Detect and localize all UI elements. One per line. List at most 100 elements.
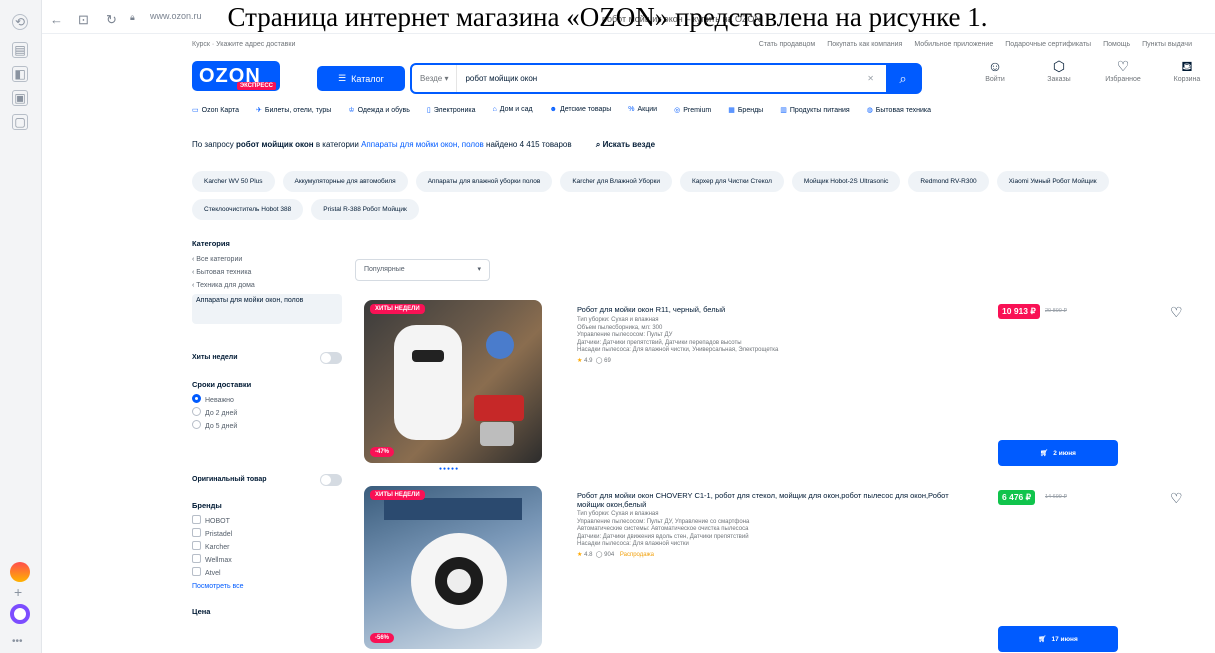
product-rating: ★ 4.8 ◯ 904 Распродажа	[577, 552, 654, 558]
more-icon[interactable]: •••	[12, 636, 23, 647]
product-title[interactable]: Робот для мойки окон R11, черный, белый	[577, 305, 957, 314]
product-image[interactable]: ХИТЫ НЕДЕЛИ -47%	[364, 300, 542, 463]
menu-item[interactable]: ▭ Ozon Карта	[192, 106, 239, 114]
chip[interactable]: Кархер для Чистки Стекол	[679, 171, 784, 192]
chip[interactable]: Karcher для Влажной Уборки	[560, 171, 672, 192]
result-category-link[interactable]: Аппараты для мойки окон, полов	[361, 140, 484, 149]
app-icon[interactable]	[10, 562, 30, 582]
catalog-label: Каталог	[351, 73, 384, 84]
brand-option[interactable]: Atvel	[192, 567, 352, 580]
favorite-heart-icon[interactable]: ♡	[1170, 490, 1183, 507]
search-everywhere-link[interactable]: ⌕ Искать везде	[596, 140, 655, 149]
menu-item[interactable]: ♔ Одежда и обувь	[348, 106, 410, 114]
add-to-cart-button[interactable]: 🛒︎ 2 июня	[998, 440, 1118, 466]
hits-toggle[interactable]	[320, 352, 342, 364]
add-icon[interactable]: +	[14, 584, 22, 600]
menu-item[interactable]: ☻ Детские товары	[550, 106, 612, 114]
product-card[interactable]: ХИТЫ НЕДЕЛИ -47% ●●●●● Робот для мойки о…	[364, 300, 1215, 472]
menu-icon: ☰	[338, 73, 347, 83]
menu-item[interactable]: ▦ Бренды	[728, 106, 763, 114]
product-prop: Управление пылесосом: Пульт ДУ	[577, 332, 673, 338]
sort-label: Популярные	[364, 266, 405, 273]
result-query: робот мойщик окон	[236, 140, 314, 149]
top-link[interactable]: Стать продавцом	[759, 41, 815, 48]
login-button[interactable]: ☺ Войти	[972, 58, 1018, 83]
chip[interactable]: Мойщик Hobot-2S Ultrasonic	[791, 171, 901, 192]
menu-item[interactable]: ▯ Электроника	[427, 106, 476, 114]
product-title[interactable]: Робот для мойки окон CHOVERY C1-1, робот…	[577, 491, 957, 509]
category-menu: ▭ Ozon Карта ✈ Билеты, отели, туры ♔ Одежда…	[192, 106, 1215, 114]
clear-icon[interactable]: ✕	[867, 74, 874, 83]
product-prop: Автоматические системы: Автоматическое о…	[577, 526, 749, 532]
top-link[interactable]: Покупать как компания	[827, 41, 902, 48]
brands-show-all-link[interactable]: Посмотреть все	[192, 580, 352, 593]
product-card[interactable]: ХИТЫ НЕДЕЛИ -56% Робот для мойки окон CH…	[364, 486, 1215, 652]
menu-item[interactable]: ✈ Билеты, отели, туры	[256, 106, 331, 114]
menu-item[interactable]: ▥ Продукты питания	[780, 106, 849, 114]
menu-item[interactable]: ⌂ Дом и сад	[493, 106, 533, 114]
brands-filter: Бренды HOBOT Pristadel Karcher Wellmax A…	[192, 501, 352, 621]
product-prop: Управление пылесосом: Пульт ДУ, Управлен…	[577, 518, 750, 525]
brand-option[interactable]: Wellmax	[192, 554, 352, 567]
product-rating: ★ 4.9 ◯ 69	[577, 358, 611, 364]
categories-heading: Категория	[192, 239, 230, 248]
hits-filter[interactable]: Хиты недели	[192, 352, 342, 364]
product-image[interactable]: ХИТЫ НЕДЕЛИ -56%	[364, 486, 542, 649]
cart-button[interactable]: ⛾ Корзина	[1164, 58, 1210, 83]
reader-icon[interactable]: ▣	[12, 90, 28, 106]
delivery-option[interactable]: До 5 дней	[192, 420, 352, 433]
top-link[interactable]: Пункты выдачи	[1142, 41, 1192, 48]
delivery-option[interactable]: До 2 дней	[192, 407, 352, 420]
collections-icon[interactable]: ▤	[12, 42, 28, 58]
chip[interactable]: Xiaomi Умный Робот Мойщик	[996, 171, 1109, 192]
brand-option[interactable]: Pristadel	[192, 528, 352, 541]
box-icon: ⬡	[1052, 58, 1066, 74]
chip[interactable]: Стеклоочиститель Hobot 388	[192, 199, 304, 220]
original-toggle[interactable]	[320, 474, 342, 486]
menu-item[interactable]: ◎ Premium	[674, 106, 711, 114]
old-price: 20 890 ₽	[1045, 308, 1067, 314]
chip[interactable]: Pristal R-388 Робот Мойщик	[311, 199, 419, 220]
bookmark-icon[interactable]: ◧	[12, 66, 28, 82]
top-link[interactable]: Мобильное приложение	[914, 41, 993, 48]
search-scope-select[interactable]: Везде ▾	[412, 65, 458, 92]
category-link[interactable]: ‹ Все категории	[192, 253, 352, 266]
top-link[interactable]: Помощь	[1103, 41, 1130, 48]
original-label: Оригинальный товар	[192, 476, 267, 483]
delivery-heading: Сроки доставки	[192, 380, 252, 389]
alice-icon[interactable]	[10, 604, 30, 624]
search-button[interactable]: ⌕	[886, 65, 920, 92]
carousel-dots[interactable]: ●●●●●	[439, 466, 459, 472]
category-link[interactable]: ‹ Техника для дома	[192, 279, 352, 292]
sort-select[interactable]: Популярные ▾	[355, 259, 490, 281]
search-input[interactable]: робот мойщик окон	[457, 74, 867, 83]
discount-badge: -56%	[370, 633, 395, 643]
favorites-button[interactable]: ♡ Избранное	[1100, 58, 1146, 83]
add-to-cart-button[interactable]: 🛒︎ 17 июня	[998, 626, 1118, 652]
brand-option[interactable]: Karcher	[192, 541, 352, 554]
hit-badge: ХИТЫ НЕДЕЛИ	[370, 304, 425, 314]
delivery-option[interactable]: Неважно	[192, 394, 352, 407]
category-link[interactable]: ‹ Бытовая техника	[192, 266, 352, 279]
chip[interactable]: Аппараты для влажной уборки полов	[415, 171, 553, 192]
chip[interactable]: Karcher WV 50 Plus	[192, 171, 275, 192]
chip[interactable]: Redmond RV-R300	[908, 171, 989, 192]
favorite-heart-icon[interactable]: ♡	[1170, 304, 1183, 321]
screenshot-icon[interactable]: ▢	[12, 114, 28, 130]
active-category[interactable]: Аппараты для мойки окон, полов	[192, 294, 342, 324]
top-link[interactable]: Подарочные сертификаты	[1005, 41, 1091, 48]
original-filter[interactable]: Оригинальный товар	[192, 474, 342, 486]
menu-item[interactable]: ◍ Бытовая техника	[867, 106, 931, 114]
product-prop: Насадки пылесоса: Для влажной чистки	[577, 541, 689, 547]
brand-option[interactable]: HOBOT	[192, 515, 352, 528]
radio-icon	[192, 407, 201, 416]
ozon-logo[interactable]: OZON ЭКСПРЕСС	[192, 61, 280, 91]
chip[interactable]: Аккумуляторные для автомобиля	[282, 171, 408, 192]
user-icon: ☺	[987, 58, 1003, 74]
catalog-button[interactable]: ☰ Каталог	[317, 66, 405, 91]
orders-button[interactable]: ⬡ Заказы	[1036, 58, 1082, 83]
result-count: найдено 4 415 товаров	[486, 140, 572, 149]
menu-item[interactable]: % Акции	[628, 106, 657, 114]
filter-sidebar: Категория ‹ Все категории ‹ Бытовая техн…	[192, 239, 352, 324]
location-link[interactable]: Курск · Укажите адрес доставки	[192, 41, 295, 48]
